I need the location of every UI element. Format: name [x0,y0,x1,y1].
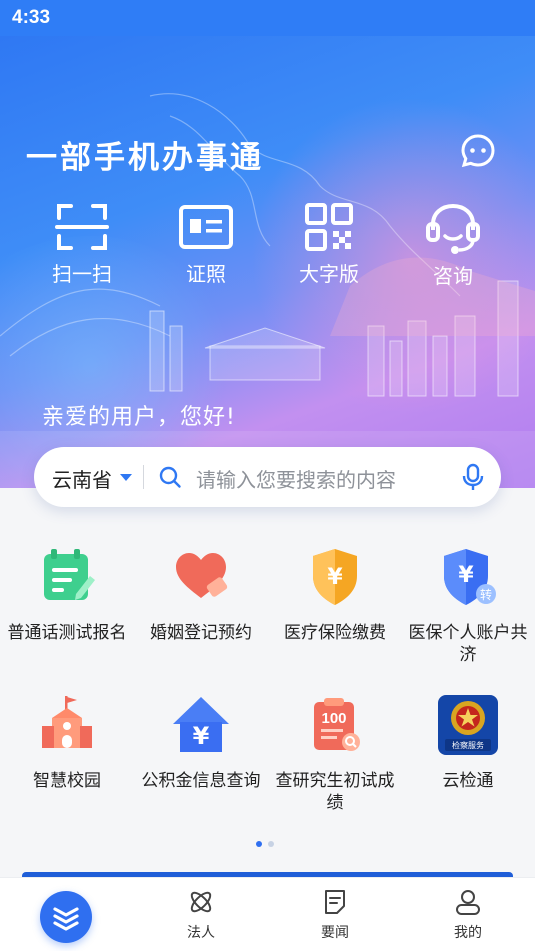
divider [143,465,144,489]
home-logo-icon [40,891,92,943]
yuan-transfer-icon: ¥ 转 [437,546,499,608]
service-label: 公积金信息查询 [141,771,261,791]
chat-icon[interactable] [460,133,496,169]
svg-text:¥: ¥ [327,565,343,590]
mandarin-test-icon [36,546,98,608]
page-indicator [256,832,280,851]
svg-text:¥: ¥ [458,563,474,588]
search-input[interactable]: 请输入您要搜索的内容 [196,464,396,493]
service-yun-jian-tong[interactable]: 检察服务 云检通 [401,694,535,792]
chevron-down-icon[interactable] [120,474,132,481]
microphone-icon[interactable] [462,463,484,491]
tab-label: 法人 [187,925,215,941]
service-label: 医保个人账户共济 [408,623,528,665]
yuan-shield-icon: ¥ [304,546,366,608]
service-medical-account-sharing[interactable]: ¥ 转 医保个人账户共济 [401,546,535,666]
service-marriage-registration[interactable]: 婚姻登记预约 [134,546,268,644]
tab-label: 要闻 [321,925,349,941]
service-label: 智慧校园 [33,771,101,791]
region-selector[interactable]: 云南省 [52,464,112,493]
svg-text:¥: ¥ [193,722,210,750]
headset-icon [426,203,480,254]
status-time: 4:33 [12,7,51,28]
service-label: 普通话测试报名 [7,623,127,643]
news-icon [325,890,345,914]
service-label: 查研究生初试成绩 [275,771,395,813]
quick-action-label: 大字版 [299,262,359,286]
page-dot-active [256,841,262,847]
page-dot [268,841,274,847]
quick-action-license[interactable]: 证照 [151,202,261,287]
status-bar: 4:33 [0,0,535,36]
svg-text:100: 100 [321,710,346,727]
score-sheet-icon: 100 [304,694,366,756]
quick-action-large-font[interactable]: 大字版 [274,202,384,287]
id-card-icon [179,205,233,249]
qr-grid-icon [305,203,353,251]
service-medical-insurance[interactable]: ¥ 医疗保险缴费 [268,546,402,644]
yuan-house-icon: ¥ [170,694,232,756]
quick-action-label: 证照 [186,262,226,286]
service-housing-fund[interactable]: ¥ 公积金信息查询 [134,694,268,792]
scan-icon [55,204,109,250]
service-graduate-exam-score[interactable]: 100 查研究生初试成绩 [268,694,402,814]
service-label: 云检通 [442,771,494,791]
user-icon [456,890,480,915]
quick-action-consult[interactable]: 咨询 [398,202,508,289]
svg-text:转: 转 [480,587,492,602]
service-label: 医疗保险缴费 [284,623,386,643]
school-icon [36,694,98,756]
quick-action-label: 扫一扫 [52,262,112,286]
quick-action-scan[interactable]: 扫一扫 [27,202,137,287]
tab-label: 我的 [454,925,482,941]
service-label: 婚姻登记预约 [150,623,252,643]
tab-news[interactable]: 要闻 [268,878,402,951]
greeting-text: 亲爱的用户，您好! [42,405,236,430]
tab-mine[interactable]: 我的 [401,878,535,951]
quick-action-label: 咨询 [433,264,473,288]
bottom-tab-bar: 法人 要闻 我的 [0,877,535,951]
tab-home[interactable] [0,878,134,951]
search-bar: 云南省 请输入您要搜索的内容 [34,447,501,507]
emblem-caption: 检察服务 [452,741,484,750]
app-slogan: 一部手机办事通 [26,140,264,176]
tab-legal-person[interactable]: 法人 [134,878,268,951]
hero-banner: 一部手机办事通 扫一扫 证照 大字版 咨询 亲爱的用户，您好! [0,36,535,488]
heart-icon [170,546,232,608]
service-smart-campus[interactable]: 智慧校园 [0,694,134,792]
procuratorate-emblem-icon: 检察服务 [437,694,499,756]
search-icon [159,466,181,488]
service-mandarin-test[interactable]: 普通话测试报名 [0,546,134,644]
atom-icon [190,891,212,913]
